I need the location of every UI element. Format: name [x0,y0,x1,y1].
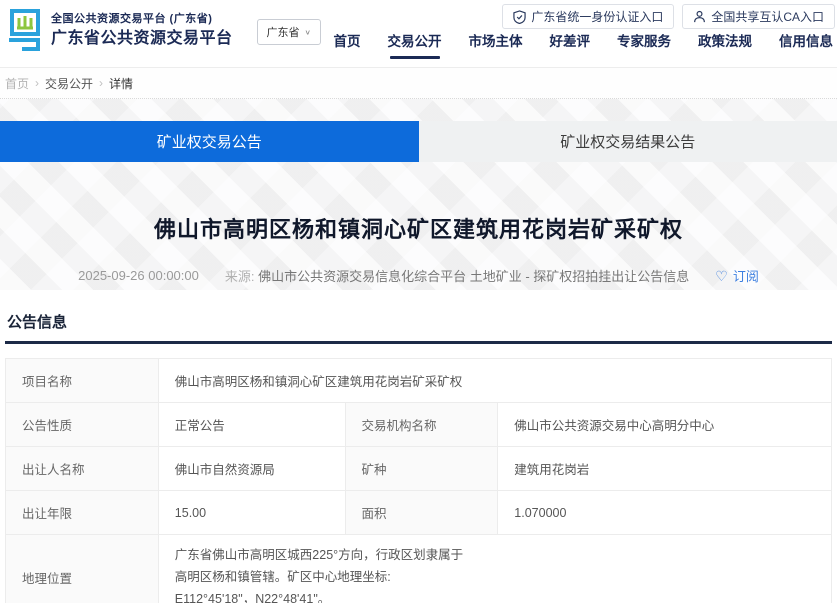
source-label: 来源: [225,269,255,284]
table-row: 项目名称 佛山市高明区杨和镇洞心矿区建筑用花岗岩矿采矿权 [6,359,832,403]
table-row: 出让人名称 佛山市自然资源局 矿种 建筑用花岗岩 [6,447,832,491]
region-selector-label: 广东省 [267,24,300,40]
table-row: 公告性质 正常公告 交易机构名称 佛山市公共资源交易中心高明分中心 [6,403,832,447]
breadcrumb: 首页 › 交易公开 › 详情 [0,68,837,99]
breadcrumb-separator-icon: › [35,76,39,90]
main-nav: 首页 交易公开 市场主体 好差评 专家服务 政策法规 信用信息 [334,30,834,59]
nav-item-trade-disclosure[interactable]: 交易公开 [388,30,442,59]
breadcrumb-trade-disclosure[interactable]: 交易公开 [45,75,93,92]
content-area: 公告信息 项目名称 佛山市高明区杨和镇洞心矿区建筑用花岗岩矿采矿权 公告性质 正… [0,290,837,603]
site-logo-icon[interactable] [8,8,42,54]
tab-mining-rights-announcement[interactable]: 矿业权交易公告 [0,121,419,162]
field-label-transferor-name: 出让人名称 [6,447,159,491]
field-label-mineral-type: 矿种 [345,447,498,491]
nav-item-policies[interactable]: 政策法规 [698,30,752,59]
announcement-info-table: 项目名称 佛山市高明区杨和镇洞心矿区建筑用花岗岩矿采矿权 公告性质 正常公告 交… [5,358,832,603]
site-header: 全国公共资源交易平台 (广东省) 广东省公共资源交易平台 广东省 ∨ 广东省统一… [0,0,837,68]
nav-item-reviews[interactable]: 好差评 [550,30,591,59]
source-value: 佛山市公共资源交易信息化综合平台 土地矿业 - 探矿权招拍挂出让公告信息 [258,269,689,284]
identity-auth-entry-label: 广东省统一身份认证入口 [531,8,663,25]
nav-item-market-entities[interactable]: 市场主体 [469,30,523,59]
region-selector[interactable]: 广东省 ∨ [257,19,322,45]
ca-entry-button[interactable]: 全国共享互认CA入口 [682,4,835,29]
source-line: 来源: 佛山市公共资源交易信息化综合平台 土地矿业 - 探矿权招拍挂出让公告信息 [225,266,689,285]
subscribe-button[interactable]: ♡ 订阅 [715,266,759,285]
identity-auth-entry-button[interactable]: 广东省统一身份认证入口 [502,4,674,29]
section-title-announcement-info: 公告信息 [5,290,832,344]
field-label-trading-institution: 交易机构名称 [345,403,498,447]
field-value-project-name: 佛山市高明区杨和镇洞心矿区建筑用花岗岩矿采矿权 [158,359,831,403]
field-value-area: 1.070000 [498,491,832,535]
field-label-announcement-nature: 公告性质 [6,403,159,447]
breadcrumb-separator-icon: › [99,76,103,90]
brand-text: 全国公共资源交易平台 (广东省) 广东省公共资源交易平台 [51,13,233,49]
announcement-tabs: 矿业权交易公告 矿业权交易结果公告 [0,121,837,162]
ca-entry-label: 全国共享互认CA入口 [711,8,824,25]
field-value-transferor-name: 佛山市自然资源局 [158,447,345,491]
field-value-trading-institution: 佛山市公共资源交易中心高明分中心 [498,403,832,447]
brand-title-national: 全国公共资源交易平台 (广东省) [51,13,233,27]
field-value-mineral-type: 建筑用花岗岩 [498,447,832,491]
nav-item-expert-services[interactable]: 专家服务 [617,30,671,59]
field-label-transfer-years: 出让年限 [6,491,159,535]
person-icon [693,10,706,23]
shield-icon [513,10,526,24]
breadcrumb-home[interactable]: 首页 [5,75,29,92]
subscribe-label: 订阅 [733,266,759,285]
chevron-down-icon: ∨ [305,28,312,37]
table-row: 地理位置 广东省佛山市高明区城西225°方向，行政区划隶属于 高明区杨和镇管辖。… [6,535,832,603]
brand: 全国公共资源交易平台 (广东省) 广东省公共资源交易平台 广东省 ∨ [8,8,321,54]
field-value-geographic-location: 广东省佛山市高明区城西225°方向，行政区划隶属于 高明区杨和镇管辖。矿区中心地… [158,535,831,603]
table-row: 出让年限 15.00 面积 1.070000 [6,491,832,535]
field-value-announcement-nature: 正常公告 [158,403,345,447]
breadcrumb-current-detail: 详情 [109,75,133,92]
heart-icon: ♡ [715,269,728,283]
announcement-meta: 2025-09-26 00:00:00 来源: 佛山市公共资源交易信息化综合平台… [0,266,837,285]
brand-title-provincial: 广东省公共资源交易平台 [51,29,233,49]
field-label-project-name: 项目名称 [6,359,159,403]
announcement-title: 佛山市高明区杨和镇洞心矿区建筑用花岗岩矿采矿权 [0,212,837,244]
field-value-transfer-years: 15.00 [158,491,345,535]
nav-item-home[interactable]: 首页 [334,30,361,59]
field-label-area: 面积 [345,491,498,535]
field-label-geographic-location: 地理位置 [6,535,159,603]
announcement-banner: 矿业权交易公告 矿业权交易结果公告 佛山市高明区杨和镇洞心矿区建筑用花岗岩矿采矿… [0,99,837,290]
nav-item-credit-info[interactable]: 信用信息 [779,30,833,59]
publish-date: 2025-09-26 00:00:00 [78,268,199,283]
tab-mining-rights-result-announcement[interactable]: 矿业权交易结果公告 [419,121,837,162]
auth-buttons: 广东省统一身份认证入口 全国共享互认CA入口 [502,4,835,29]
